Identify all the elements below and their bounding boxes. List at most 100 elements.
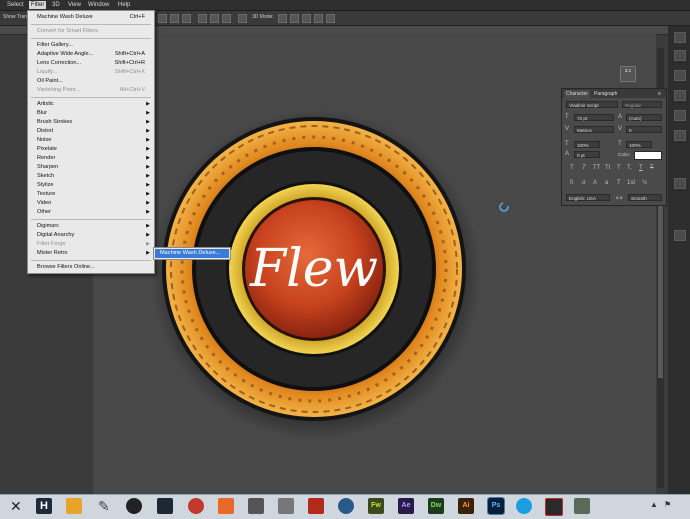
baseline-shift-field[interactable]: 0 pt	[574, 151, 600, 158]
text-color-swatch[interactable]	[634, 151, 662, 160]
menu-item-noise[interactable]: Noise ▶	[28, 136, 154, 144]
align-top-icon[interactable]	[158, 14, 167, 23]
horizontal-scale-field[interactable]: 100%	[626, 141, 652, 148]
subscript-icon[interactable]: T,	[627, 165, 632, 171]
strikethrough-icon[interactable]: T	[650, 165, 654, 171]
start-button-icon[interactable]: ✕	[10, 497, 22, 515]
3d-slide-icon[interactable]	[314, 14, 323, 23]
properties-icon[interactable]	[674, 50, 686, 61]
taskbar-tools-icon[interactable]: ✎	[98, 497, 110, 515]
taskbar-calc-icon[interactable]	[278, 498, 294, 514]
menu-select[interactable]: Select	[5, 1, 26, 9]
menu-item-digital-anarchy[interactable]: Digital Anarchy ▶	[28, 231, 154, 239]
menu-item-adaptive-wide-angle[interactable]: Adaptive Wide Angle... Shift+Ctrl+A	[28, 50, 154, 58]
fractions-icon[interactable]: ½	[642, 180, 647, 186]
stylistic-alt-icon[interactable]: a	[605, 180, 608, 186]
align-left-icon[interactable]	[198, 14, 207, 23]
leading-field[interactable]: (Auto)	[626, 114, 662, 121]
all-caps-icon[interactable]: TT	[593, 165, 600, 171]
align-middle-icon[interactable]	[170, 14, 179, 23]
tab-character[interactable]: Character	[564, 90, 590, 98]
taskbar-aftereffects-icon[interactable]: Ae	[398, 498, 414, 514]
small-caps-icon[interactable]: Tt	[605, 165, 610, 171]
taskbar-skype-icon[interactable]	[516, 498, 532, 514]
align-center-icon[interactable]	[210, 14, 219, 23]
menu-item-sketch[interactable]: Sketch ▶	[28, 172, 154, 180]
history-icon[interactable]	[674, 32, 686, 43]
menu-window[interactable]: Window	[86, 1, 111, 9]
swatches-icon[interactable]	[674, 70, 686, 81]
vertical-scale-field[interactable]: 100%	[574, 141, 600, 148]
taskbar-dreamweaver-icon[interactable]: Dw	[428, 498, 444, 514]
taskbar-chrome-icon[interactable]	[188, 498, 204, 514]
layers-icon[interactable]	[674, 178, 686, 189]
faux-italic-icon[interactable]: T	[582, 165, 586, 171]
taskbar-g-icon[interactable]	[248, 498, 264, 514]
menu-item-last-filter[interactable]: Machine Wash Deluxe Ctrl+F	[28, 13, 154, 21]
align-bottom-icon[interactable]	[182, 14, 191, 23]
menu-item-browse-filters[interactable]: Browse Filters Online...	[28, 263, 154, 271]
character-icon[interactable]	[674, 110, 686, 121]
ligatures-icon[interactable]: fi	[570, 180, 573, 186]
faux-bold-icon[interactable]: T	[570, 165, 574, 171]
menu-item-oil-paint[interactable]: Oil Paint...	[28, 77, 154, 85]
channels-icon[interactable]	[674, 230, 686, 241]
align-right-icon[interactable]	[222, 14, 231, 23]
titling-icon[interactable]: T	[617, 180, 621, 186]
underline-icon[interactable]: T	[639, 165, 643, 171]
menu-item-video[interactable]: Video ▶	[28, 199, 154, 207]
menu-item-texture[interactable]: Texture ▶	[28, 190, 154, 198]
swash-icon[interactable]: A	[593, 180, 597, 186]
font-style-select[interactable]: Regular	[622, 101, 662, 108]
3d-rotate-icon[interactable]	[278, 14, 287, 23]
menu-item-distort[interactable]: Distort ▶	[28, 127, 154, 135]
3d-pan-icon[interactable]	[302, 14, 311, 23]
ordinals-icon[interactable]: 1st	[627, 180, 635, 186]
menu-item-mister-retro[interactable]: Mister Retro ▶	[28, 249, 154, 257]
tray-up-icon[interactable]: ▲	[650, 500, 658, 509]
menu-item-digimarc[interactable]: Digimarc ▶	[28, 222, 154, 230]
menu-3d[interactable]: 3D	[50, 1, 62, 9]
distribute-icon[interactable]	[238, 14, 247, 23]
language-select[interactable]: English: USA	[566, 194, 610, 201]
taskbar-steam-icon[interactable]	[157, 498, 173, 514]
panel-menu-icon[interactable]: ≡	[656, 90, 663, 98]
font-family-select[interactable]: Vladimir Script	[566, 101, 618, 108]
menu-item-pixelate[interactable]: Pixelate ▶	[28, 145, 154, 153]
3d-scale-icon[interactable]	[326, 14, 335, 23]
menu-item-other[interactable]: Other ▶	[28, 208, 154, 216]
taskbar-misc-icon[interactable]	[574, 498, 590, 514]
tracking-field[interactable]: 0	[626, 126, 662, 133]
menu-item-sharpen[interactable]: Sharpen ▶	[28, 163, 154, 171]
menu-filter[interactable]: Filter	[29, 1, 47, 9]
menu-item-blur[interactable]: Blur ▶	[28, 109, 154, 117]
taskbar-recorder-icon[interactable]	[545, 498, 563, 516]
old-style-icon[interactable]: σ	[582, 180, 586, 186]
taskbar-h-icon[interactable]: H	[36, 498, 52, 514]
taskbar-filezilla-icon[interactable]	[308, 498, 324, 514]
font-size-field[interactable]: 72 pt	[574, 114, 614, 121]
3d-roll-icon[interactable]	[290, 14, 299, 23]
antialias-select[interactable]: Smooth	[628, 194, 662, 201]
menu-item-artistic[interactable]: Artistic ▶	[28, 100, 154, 108]
paragraph-icon[interactable]	[674, 130, 686, 141]
kerning-field[interactable]: Metrics	[574, 126, 614, 133]
taskbar-s-icon[interactable]	[126, 498, 142, 514]
brush-icon[interactable]	[674, 90, 686, 101]
menu-item-lens-correction[interactable]: Lens Correction... Shift+Ctrl+R	[28, 59, 154, 67]
taskbar-cinema4d-icon[interactable]	[338, 498, 354, 514]
submenu-item-machine-wash[interactable]: Machine Wash Deluxe...	[155, 249, 229, 258]
taskbar-fireworks-icon[interactable]: Fw	[368, 498, 384, 514]
superscript-icon[interactable]: T	[617, 165, 621, 171]
menu-item-brush-strokes[interactable]: Brush Strokes ▶	[28, 118, 154, 126]
menu-help[interactable]: Help	[116, 1, 132, 9]
taskbar-illustrator-icon[interactable]: Ai	[458, 498, 474, 514]
taskbar-power-icon[interactable]	[218, 498, 234, 514]
menu-item-render[interactable]: Render ▶	[28, 154, 154, 162]
menu-item-stylize[interactable]: Stylize ▶	[28, 181, 154, 189]
menu-item-filter-gallery[interactable]: Filter Gallery...	[28, 41, 154, 49]
menu-view[interactable]: View	[66, 1, 83, 9]
taskbar-folder-icon[interactable]	[66, 498, 82, 514]
tray-flag-icon[interactable]: ⚑	[664, 500, 671, 509]
taskbar-photoshop-icon[interactable]: Ps	[487, 497, 505, 515]
